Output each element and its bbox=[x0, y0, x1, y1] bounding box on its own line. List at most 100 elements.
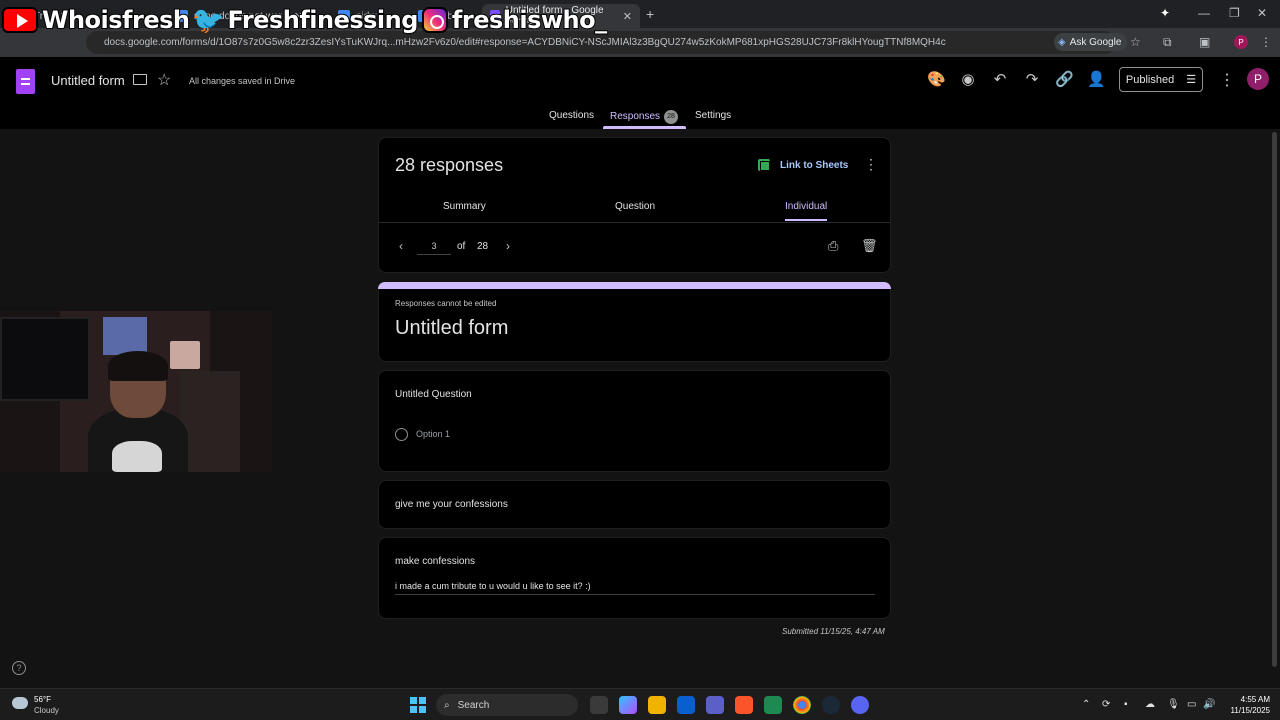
close-window-icon[interactable]: ✕ bbox=[1257, 6, 1267, 20]
clock-date: 11/15/2025 bbox=[1230, 706, 1270, 715]
avatar[interactable]: P bbox=[1247, 68, 1269, 90]
response-number-input[interactable]: 3 bbox=[417, 237, 451, 255]
tray-overflow-icon[interactable]: ⌃ bbox=[1082, 699, 1090, 710]
search-icon: ⌕ bbox=[444, 699, 450, 711]
cloud-icon[interactable] bbox=[12, 697, 28, 709]
app-icon[interactable] bbox=[764, 696, 782, 714]
radio-option-label: Option 1 bbox=[416, 429, 451, 439]
delete-icon[interactable]: 🗑 bbox=[861, 238, 878, 254]
tray-app-icon[interactable]: ▪ bbox=[1124, 699, 1128, 710]
lens-icon: ◈ bbox=[1058, 36, 1066, 48]
undo-icon[interactable]: ↶ bbox=[991, 70, 1009, 88]
steam-icon[interactable] bbox=[822, 696, 840, 714]
browser-menu-icon[interactable]: ⋮ bbox=[1260, 35, 1272, 49]
google-forms-logo-icon[interactable] bbox=[16, 69, 35, 94]
tray-app-icon[interactable]: ⟳ bbox=[1102, 699, 1110, 710]
browser-profile-avatar[interactable]: P bbox=[1234, 35, 1248, 49]
windows-taskbar: 56°F Cloudy ⌕ Search ⌃ ⟳ ▪ ☁ 🎙 ▭ 🔊 4:55 A… bbox=[0, 688, 1280, 720]
star-icon[interactable]: ☆ bbox=[157, 70, 171, 90]
instagram-handle: freshiswho_ bbox=[451, 5, 608, 35]
question-card: make confessions i made a cum tribute to… bbox=[378, 537, 891, 619]
subtab-individual[interactable]: Individual bbox=[785, 201, 827, 212]
tab-settings[interactable]: Settings bbox=[695, 110, 731, 121]
sheets-icon bbox=[758, 159, 770, 171]
responses-count-badge: 28 bbox=[664, 110, 679, 124]
move-to-folder-icon[interactable] bbox=[133, 74, 147, 85]
more-options-icon[interactable]: ⋮ bbox=[1219, 70, 1235, 90]
subtab-question[interactable]: Question bbox=[615, 201, 655, 212]
print-icon[interactable]: ⎙ bbox=[828, 238, 838, 254]
network-icon[interactable]: ▭ bbox=[1187, 699, 1196, 710]
question-card: give me your confessions bbox=[378, 480, 891, 529]
scrollbar[interactable] bbox=[1272, 132, 1277, 667]
webcam-hoodie-print bbox=[112, 441, 162, 472]
tab-questions[interactable]: Questions bbox=[549, 110, 594, 121]
divider bbox=[379, 222, 890, 223]
copilot-icon[interactable] bbox=[619, 696, 637, 714]
radio-button bbox=[395, 428, 408, 441]
redo-icon[interactable]: ↷ bbox=[1023, 70, 1041, 88]
youtube-handle: Whoisfresh bbox=[41, 5, 191, 35]
extensions-icon[interactable]: ⧉ bbox=[1163, 35, 1172, 50]
help-icon[interactable]: ? bbox=[12, 661, 26, 675]
answer-text: i made a cum tribute to u would u like t… bbox=[395, 581, 591, 591]
customize-theme-icon[interactable]: 🎨 bbox=[927, 70, 946, 88]
maximize-icon[interactable]: ❐ bbox=[1229, 6, 1240, 20]
webcam-poster bbox=[103, 317, 147, 355]
question-card: Untitled Question Option 1 bbox=[378, 370, 891, 472]
link-to-sheets-button[interactable]: Link to Sheets bbox=[758, 159, 848, 171]
add-collaborators-icon[interactable]: 👤 bbox=[1087, 70, 1106, 88]
teams-icon[interactable] bbox=[706, 696, 724, 714]
taskbar-search-label: Search bbox=[457, 699, 490, 711]
chrome-icon[interactable] bbox=[793, 696, 811, 714]
reading-list-icon[interactable]: ▣ bbox=[1199, 35, 1210, 49]
brave-icon[interactable] bbox=[735, 696, 753, 714]
cannot-edit-notice: Responses cannot be edited bbox=[395, 299, 497, 308]
copy-link-icon[interactable]: 🔗 bbox=[1055, 70, 1074, 88]
publish-settings-icon: ☰ bbox=[1186, 74, 1197, 86]
volume-icon[interactable]: 🔊 bbox=[1203, 699, 1215, 710]
save-status: All changes saved in Drive bbox=[189, 76, 296, 86]
twitter-icon: 🐦 bbox=[192, 4, 225, 35]
of-label: of bbox=[457, 241, 466, 252]
weather-condition[interactable]: Cloudy bbox=[34, 706, 59, 715]
tab-responses[interactable]: Responses 28 bbox=[610, 110, 679, 124]
instagram-icon bbox=[421, 7, 448, 33]
preview-eye-icon[interactable]: ◉ bbox=[959, 70, 977, 88]
url-text[interactable]: docs.google.com/forms/d/1O87s7z0G5w8c2zr… bbox=[104, 37, 946, 48]
start-windows-icon[interactable] bbox=[410, 697, 426, 713]
discord-icon[interactable] bbox=[851, 696, 869, 714]
published-label: Published bbox=[1125, 73, 1175, 86]
taskbar-search[interactable]: ⌕ Search bbox=[436, 694, 578, 716]
task-view-icon[interactable] bbox=[590, 696, 608, 714]
ask-google-button[interactable]: ◈ Ask Google bbox=[1054, 33, 1128, 51]
minimize-icon[interactable]: — bbox=[1198, 6, 1210, 20]
twitter-handle: Freshfinessing bbox=[226, 5, 419, 35]
form-accent-bar bbox=[378, 282, 891, 289]
bookmark-star-icon[interactable]: ☆ bbox=[1130, 35, 1141, 49]
gemini-icon[interactable]: ✦ bbox=[1160, 6, 1170, 20]
submitted-timestamp: Submitted 11/15/25, 4:47 AM bbox=[782, 627, 885, 636]
form-tabs: Questions Responses 28 Settings bbox=[0, 107, 1280, 129]
new-tab-icon[interactable]: + bbox=[646, 6, 654, 22]
form-title: Untitled form bbox=[395, 317, 509, 339]
microphone-icon[interactable]: 🎙 bbox=[1167, 699, 1180, 710]
onedrive-icon[interactable]: ☁ bbox=[1145, 699, 1155, 710]
previous-response-icon[interactable]: ‹ bbox=[399, 239, 403, 253]
youtube-icon bbox=[2, 7, 38, 33]
tab-responses-label: Responses bbox=[610, 111, 661, 122]
weather-temp[interactable]: 56°F bbox=[34, 695, 51, 704]
responses-more-icon[interactable]: ⋮ bbox=[864, 156, 878, 173]
subtab-summary[interactable]: Summary bbox=[443, 201, 486, 212]
clock-time: 4:55 AM bbox=[1240, 695, 1270, 704]
taskbar-clock[interactable]: 4:55 AM 11/15/2025 bbox=[1220, 694, 1270, 716]
responses-card: 28 responses Link to Sheets ⋮ Summary Qu… bbox=[378, 137, 891, 273]
store-icon[interactable] bbox=[677, 696, 695, 714]
published-button[interactable]: Published ☰ bbox=[1119, 67, 1203, 92]
ask-google-label: Ask Google bbox=[1069, 36, 1122, 48]
next-response-icon[interactable]: › bbox=[506, 239, 510, 253]
link-to-sheets-label: Link to Sheets bbox=[780, 159, 849, 171]
form-title-input[interactable]: Untitled form bbox=[51, 73, 125, 88]
close-tab-icon[interactable]: ✕ bbox=[623, 10, 632, 23]
file-explorer-icon[interactable] bbox=[648, 696, 666, 714]
